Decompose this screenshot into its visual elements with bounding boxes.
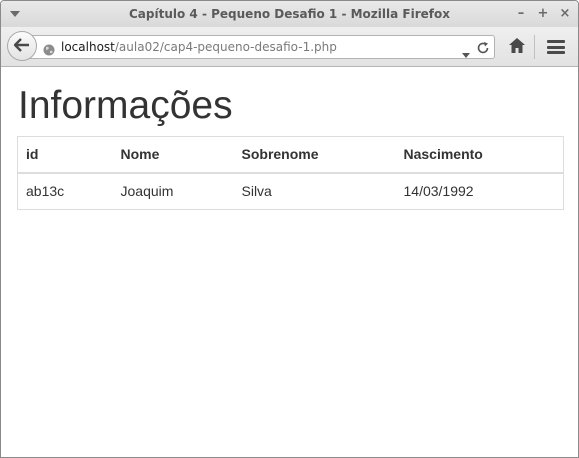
cell-nome: Joaquim	[120, 183, 174, 200]
column-header-id: id	[17, 136, 113, 174]
back-arrow-icon	[13, 37, 30, 56]
reload-icon[interactable]	[476, 40, 490, 54]
column-header-sobrenome: Sobrenome	[233, 136, 396, 174]
window-menu-icon[interactable]	[9, 8, 21, 20]
home-icon	[509, 37, 525, 57]
url-path: /aula02/cap4-pequeno-desafio-1.php	[114, 40, 337, 54]
window-title: Capítulo 4 - Pequeno Desafio 1 - Mozilla…	[129, 7, 450, 21]
minimize-button[interactable]: –	[513, 6, 529, 22]
info-table: id Nome Sobrenome Nascimento ab13c Joaqu…	[17, 136, 564, 210]
dropdown-arrow-icon[interactable]	[462, 44, 470, 58]
url-host: localhost	[61, 40, 115, 54]
cell-nascimento: 14/03/1992	[403, 183, 474, 200]
close-button[interactable]: ×	[557, 6, 573, 22]
column-header-nascimento: Nascimento	[395, 136, 564, 174]
cell-id: ab13c	[26, 183, 65, 200]
back-button[interactable]	[7, 31, 37, 61]
toolbar-separator	[534, 35, 535, 59]
title-bar[interactable]: Capítulo 4 - Pequeno Desafio 1 - Mozilla…	[1, 1, 578, 27]
globe-icon	[43, 41, 55, 56]
maximize-button[interactable]: +	[535, 6, 551, 22]
column-header-nome: Nome	[112, 136, 234, 174]
page-content: Informações id Nome Sobrenome Nascimento…	[1, 68, 578, 457]
cell-sobrenome: Silva	[241, 183, 272, 200]
browser-window: Capítulo 4 - Pequeno Desafio 1 - Mozilla…	[0, 0, 579, 458]
table-row: ab13c Joaquim Silva 14/03/1992	[18, 173, 564, 210]
hamburger-menu-icon[interactable]	[547, 38, 565, 56]
table-header-row: id Nome Sobrenome Nascimento	[17, 136, 564, 174]
url-bar[interactable]: localhost/aula02/cap4-pequeno-desafio-1.…	[27, 35, 495, 59]
url-text[interactable]: localhost/aula02/cap4-pequeno-desafio-1.…	[61, 40, 337, 54]
page-title: Informações	[18, 84, 233, 127]
navigation-toolbar: localhost/aula02/cap4-pequeno-desafio-1.…	[1, 27, 578, 67]
home-button[interactable]	[506, 36, 528, 58]
